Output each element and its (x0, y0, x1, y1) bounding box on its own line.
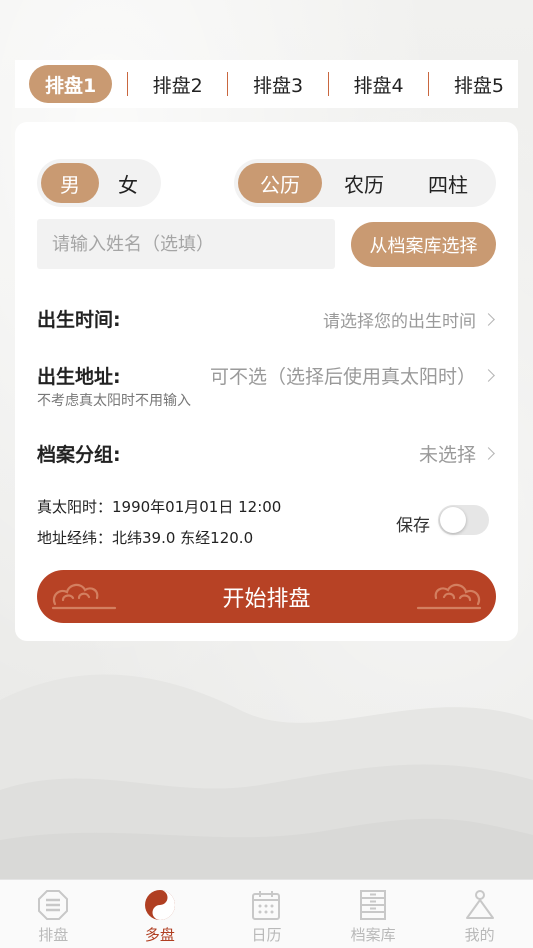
tab-divider (327, 72, 329, 96)
archive-group-picker[interactable]: 未选择 (419, 440, 496, 467)
archive-group-value: 未选择 (418, 444, 476, 466)
toggle-knob (440, 507, 466, 533)
tab-pan-3[interactable]: 排盘3 (243, 65, 313, 103)
auspicious-cloud-icon (51, 583, 117, 610)
yin-yang-icon (144, 890, 175, 920)
tab-divider (227, 72, 229, 96)
nav-item-profile[interactable]: 我的 (426, 880, 533, 948)
calendar-type-selector: 公历 农历 四柱 (234, 159, 496, 207)
tab-pan-2[interactable]: 排盘2 (143, 65, 213, 103)
gender-selector: 男 女 (37, 159, 161, 207)
archive-group-label: 档案分组: (37, 444, 121, 466)
save-label: 保存 (396, 516, 430, 536)
nav-item-paipan[interactable]: 排盘 (0, 880, 107, 948)
gender-female-option[interactable]: 女 (99, 163, 157, 203)
select-from-archive-button[interactable]: 从档案库选择 (351, 222, 496, 267)
nav-item-duopan[interactable]: 多盘 (107, 880, 214, 948)
pan-tabs: 排盘1 排盘2 排盘3 排盘4 排盘5 (15, 60, 518, 108)
mountain-background (0, 674, 533, 880)
nav-item-calendar[interactable]: 日历 (213, 880, 320, 948)
gender-male-option[interactable]: 男 (41, 163, 99, 203)
tab-divider (428, 72, 430, 96)
birth-address-label: 出生地址: (37, 366, 121, 388)
calendar-lunar-option[interactable]: 农历 (322, 163, 406, 203)
name-input[interactable] (37, 219, 335, 269)
calendar-icon (252, 891, 281, 920)
nav-label: 日历 (251, 926, 282, 944)
cabinet-icon (360, 890, 387, 920)
birth-time-label: 出生时间: (37, 309, 121, 331)
start-chart-label: 开始排盘 (222, 586, 311, 612)
auspicious-cloud-icon (416, 583, 482, 610)
calendar-solar-option[interactable]: 公历 (238, 163, 322, 203)
bottom-nav: 排盘 多盘 日历 档案库 我的 (0, 879, 533, 948)
address-coordinates-text: 地址经纬：北纬39.0 东经120.0 (37, 529, 254, 547)
nav-label: 多盘 (144, 926, 175, 944)
birth-time-value: 请选择您的出生时间 (323, 312, 476, 332)
nav-label: 我的 (464, 926, 495, 944)
start-chart-button[interactable]: 开始排盘 (37, 570, 496, 623)
calendar-four-pillars-option[interactable]: 四柱 (406, 163, 490, 203)
nav-item-archive[interactable]: 档案库 (320, 880, 427, 948)
paipan-icon (38, 890, 69, 920)
birth-address-hint: 不考虑真太阳时不用输入 (37, 393, 191, 409)
nav-label: 排盘 (38, 926, 69, 944)
tab-pan-5[interactable]: 排盘5 (444, 65, 514, 103)
profile-icon (465, 890, 494, 919)
nav-label: 档案库 (350, 926, 396, 944)
chevron-right-icon (482, 369, 495, 382)
tab-pan-1[interactable]: 排盘1 (29, 65, 113, 103)
chevron-right-icon (482, 313, 495, 326)
save-toggle[interactable] (438, 505, 489, 535)
birth-address-value: 可不选（选择后使用真太阳时） (209, 366, 476, 388)
birth-time-picker[interactable]: 请选择您的出生时间 (323, 307, 496, 332)
chart-form-card: 男 女 公历 农历 四柱 从档案库选择 出生时间: 请选择您的出生时间 出生地址… (15, 122, 518, 641)
tab-pan-4[interactable]: 排盘4 (343, 65, 413, 103)
tab-divider (126, 72, 128, 96)
true-solar-time-text: 真太阳时：1990年01月01日 12:00 (37, 498, 282, 516)
chevron-right-icon (482, 447, 495, 460)
birth-address-picker[interactable]: 可不选（选择后使用真太阳时） (210, 362, 496, 389)
